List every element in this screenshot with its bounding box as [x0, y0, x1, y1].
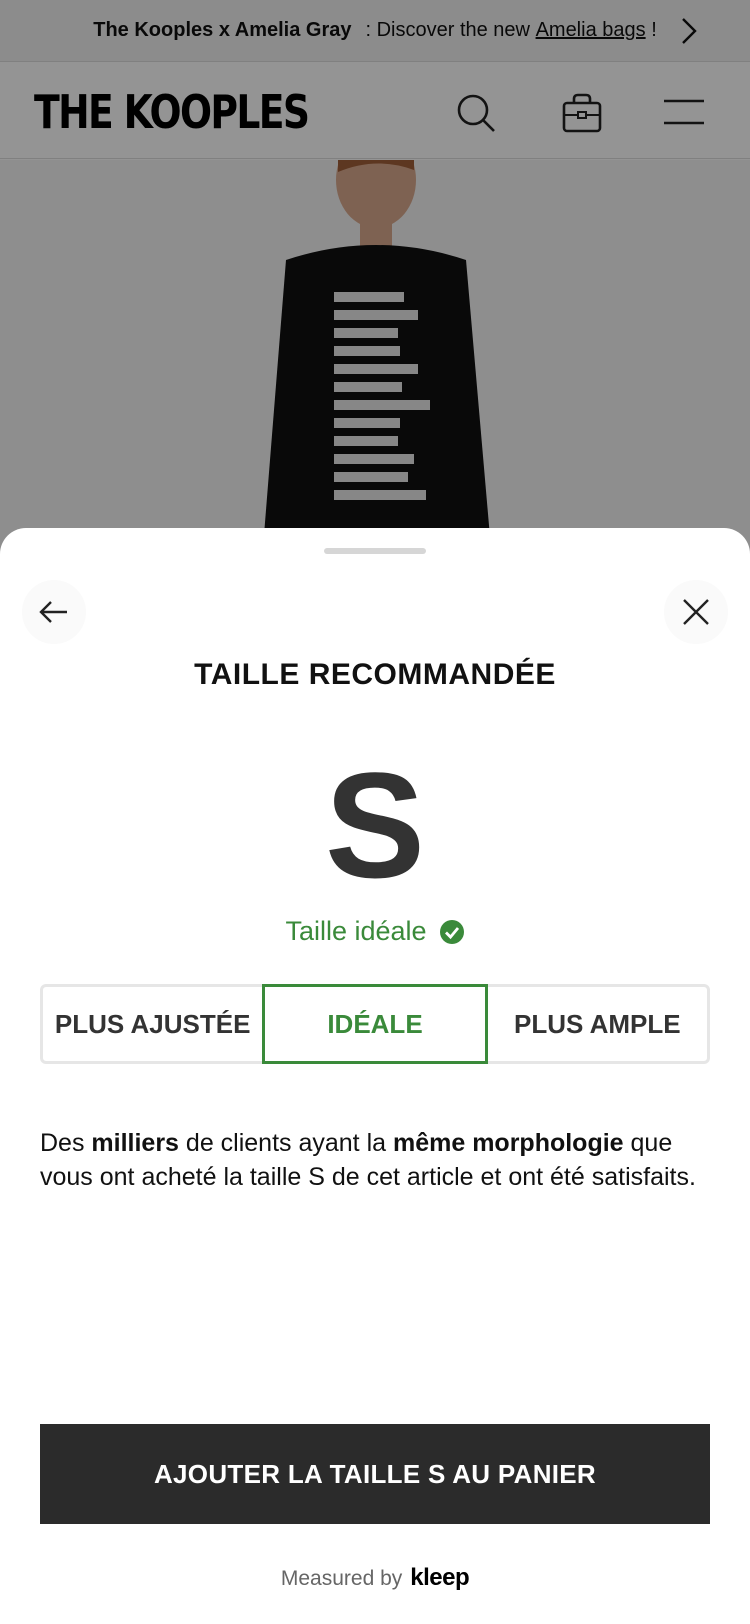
desc-text-1: Des	[40, 1129, 92, 1157]
fit-selector: PLUS AJUSTÉE IDÉALE PLUS AMPLE	[40, 984, 710, 1064]
desc-text-2: de clients ayant la	[178, 1129, 393, 1157]
check-circle-icon	[439, 919, 464, 944]
fit-status: Taille idéale	[0, 916, 750, 947]
add-to-cart-button[interactable]: AJOUTER LA TAILLE S AU PANIER	[40, 1424, 710, 1524]
fit-status-label: Taille idéale	[285, 916, 427, 946]
size-recommendation-sheet: TAILLE RECOMMANDÉE S Taille idéale PLUS …	[0, 528, 750, 1624]
close-icon	[683, 599, 709, 625]
drag-handle[interactable]	[324, 548, 426, 554]
fit-option-looser[interactable]: PLUS AMPLE	[488, 987, 707, 1061]
desc-bold-2: même morphologie	[392, 1129, 624, 1157]
desc-bold-1: milliers	[91, 1129, 179, 1157]
recommendation-description: Des milliers de clients ayant la même mo…	[40, 1126, 720, 1194]
back-button[interactable]	[22, 580, 86, 644]
arrow-left-icon	[39, 601, 67, 623]
fit-option-tighter[interactable]: PLUS AJUSTÉE	[43, 987, 262, 1061]
fit-option-ideal[interactable]: IDÉALE	[262, 984, 488, 1064]
close-button[interactable]	[664, 580, 728, 644]
sheet-title: TAILLE RECOMMANDÉE	[194, 658, 556, 691]
kleep-logo: kleep	[410, 1564, 470, 1591]
measured-by-footer: Measured by kleep	[0, 1564, 750, 1592]
measured-by-label: Measured by	[280, 1567, 403, 1590]
recommended-size: S	[324, 741, 426, 909]
